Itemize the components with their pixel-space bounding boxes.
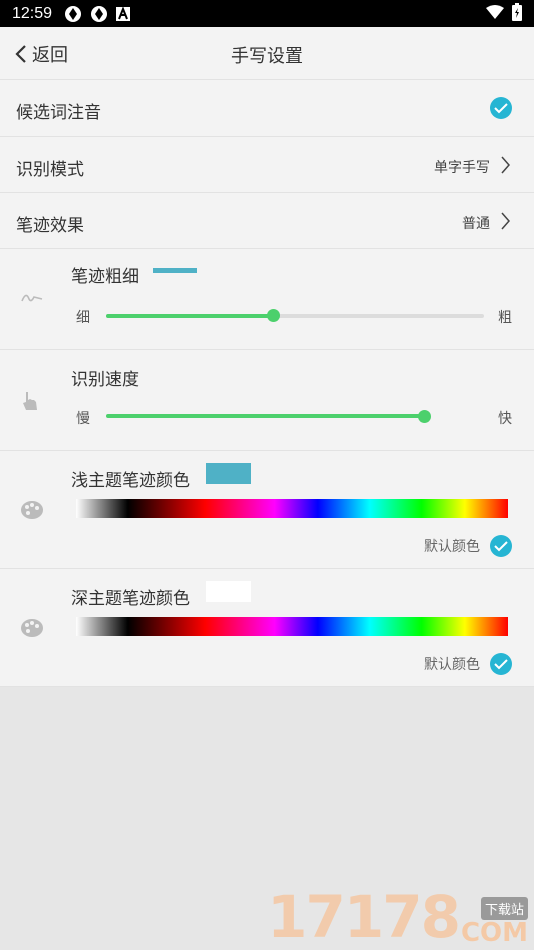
stroke-icon [21,294,43,302]
light-theme-color-swatch [206,463,251,484]
pinyin-checkbox[interactable] [490,97,512,119]
watermark-number: 17178 [267,883,461,950]
battery-icon [512,2,522,25]
default-color-label: 默认颜色 [424,539,480,555]
stroke-width-min-label: 细 [76,310,90,326]
stroke-width-slider-fill [106,314,274,318]
default-color-checkbox[interactable] [490,653,512,675]
light-theme-color-spectrum[interactable] [76,499,508,518]
dark-theme-color-spectrum[interactable] [76,617,508,636]
palette-icon [21,619,43,637]
setting-row-pinyin[interactable]: 候选词注音 [0,80,534,185]
dark-theme-color-section: 深主题笔迹颜色 默认颜色 [0,569,534,687]
title-bar: 返回 手写设置 [0,27,534,80]
recognition-speed-slider-thumb[interactable] [418,410,431,423]
stroke-effect-value: 普通 [462,216,490,232]
light-theme-color-label: 浅主题笔迹颜色 [71,471,190,491]
chevron-right-icon [501,212,510,230]
watermark: 17178 下载站 COM [267,888,528,946]
pinyin-label: 候选词注音 [16,103,101,123]
stroke-width-slider-thumb[interactable] [267,309,280,322]
default-color-checkbox[interactable] [490,535,512,557]
stroke-width-preview [153,268,197,273]
stroke-width-section: 笔迹粗细 细 粗 [0,249,534,350]
watermark-domain: COM [460,918,528,948]
recognition-mode-value: 单字手写 [434,160,490,176]
recognition-speed-section: 识别速度 慢 快 [0,350,534,451]
light-theme-color-section: 浅主题笔迹颜色 默认颜色 [0,451,534,569]
app-notification-icon [64,5,82,23]
wifi-icon [486,4,504,23]
setting-row-stroke-effect[interactable]: 笔迹效果 普通 [0,193,534,249]
dark-theme-default-color[interactable]: 默认颜色 [424,653,512,675]
recognition-speed-label: 识别速度 [71,370,139,390]
dark-theme-color-label: 深主题笔迹颜色 [71,589,190,609]
app-notification-icon [90,5,108,23]
setting-row-recognition-mode[interactable]: 识别模式 单字手写 [0,137,534,193]
dark-theme-color-swatch [206,581,251,602]
page-title: 手写设置 [231,46,303,67]
light-theme-default-color[interactable]: 默认颜色 [424,535,512,557]
palette-icon [21,501,43,519]
recognition-speed-min-label: 慢 [76,411,90,427]
stroke-effect-label: 笔迹效果 [16,216,84,236]
status-time: 12:59 [12,4,53,22]
recognition-speed-slider-track[interactable] [106,414,426,418]
recognition-mode-label: 识别模式 [16,160,84,180]
a-notification-icon [116,6,131,21]
chevron-right-icon [501,156,510,174]
recognition-speed-max-label: 快 [498,411,512,427]
hand-pointer-icon [23,392,37,410]
default-color-label: 默认颜色 [424,657,480,673]
stroke-width-label: 笔迹粗细 [71,267,139,287]
watermark-tag: 下载站 [480,897,528,920]
status-bar: 12:59 [0,0,534,27]
stroke-width-max-label: 粗 [498,310,512,326]
